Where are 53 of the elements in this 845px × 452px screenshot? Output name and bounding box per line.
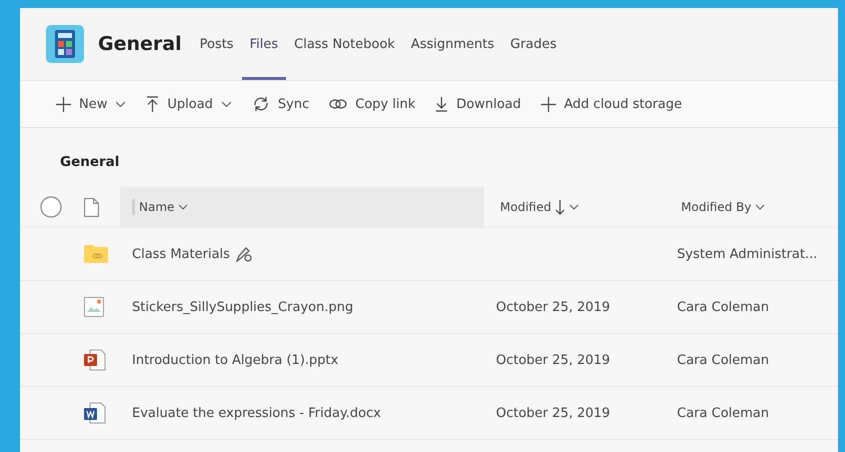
file-name-cell[interactable]: Class Materials <box>120 228 484 281</box>
image-file-icon <box>84 297 104 317</box>
tab[interactable]: Assignments <box>402 8 502 80</box>
column-header[interactable]: Modified <box>484 187 665 228</box>
plus-icon <box>541 96 556 112</box>
column-header[interactable]: Name <box>120 187 484 228</box>
plus-icon <box>56 96 71 112</box>
file-type-icon <box>84 198 99 216</box>
download-icon <box>435 96 448 112</box>
select-all-circle[interactable] <box>40 196 62 218</box>
calculator-logo-icon <box>46 25 84 63</box>
link-icon <box>329 98 348 110</box>
column-label: Name <box>139 200 174 214</box>
modified-by: Cara Coleman <box>677 406 769 420</box>
file-name[interactable]: Evaluate the expressions - Friday.docx <box>132 406 381 420</box>
channel-title: General <box>98 33 182 55</box>
modified-date: October 25, 2019 <box>496 300 610 314</box>
modified-by: Cara Coleman <box>677 300 769 314</box>
chevron-down-icon <box>178 204 188 210</box>
file-name[interactable]: Class Materials <box>132 246 230 262</box>
folder-icon <box>84 245 108 263</box>
toolbar-button[interactable]: Add cloud storage <box>535 88 688 120</box>
modified-date: October 25, 2019 <box>496 406 610 420</box>
chevron-down-icon <box>755 204 766 210</box>
pen-icon <box>236 246 252 262</box>
file-name[interactable]: Introduction to Algebra (1).pptx <box>132 352 338 368</box>
modified-by: System Administrat... <box>677 246 818 262</box>
file-name[interactable]: Stickers_SillySupplies_Crayon.png <box>132 300 354 314</box>
file-name-cell[interactable]: Introduction to Algebra (1).pptx <box>120 334 484 387</box>
toolbar-button[interactable]: Download <box>429 88 527 120</box>
toolbar-button[interactable]: Upload <box>140 88 238 120</box>
modified-date: October 25, 2019 <box>496 352 610 368</box>
toolbar-button[interactable]: Sync <box>246 88 316 120</box>
tab[interactable]: Class Notebook <box>286 8 403 80</box>
column-label: Modified <box>500 200 552 214</box>
sync-icon <box>252 96 270 112</box>
sort-down-arrow-icon <box>555 200 566 214</box>
file-name-cell[interactable]: Evaluate the expressions - Friday.docx <box>120 387 484 440</box>
toolbar-button[interactable]: Copy link <box>323 88 422 120</box>
modified-by: Cara Coleman <box>677 352 769 368</box>
tab[interactable]: Posts <box>192 8 242 80</box>
chevron-down-icon <box>115 100 126 108</box>
chevron-down-icon <box>220 100 232 108</box>
upload-icon <box>146 96 160 112</box>
column-header[interactable]: Modified By <box>665 187 838 228</box>
column-label: Modified By <box>681 200 752 214</box>
word-file-icon <box>84 402 106 424</box>
powerpoint-file-icon <box>84 349 106 371</box>
breadcrumb: General <box>60 154 120 170</box>
file-name-cell[interactable]: Stickers_SillySupplies_Crayon.png <box>120 281 484 334</box>
tab[interactable]: Grades <box>502 8 565 80</box>
toolbar-button[interactable]: New <box>50 88 132 120</box>
chevron-down-icon <box>569 204 580 210</box>
